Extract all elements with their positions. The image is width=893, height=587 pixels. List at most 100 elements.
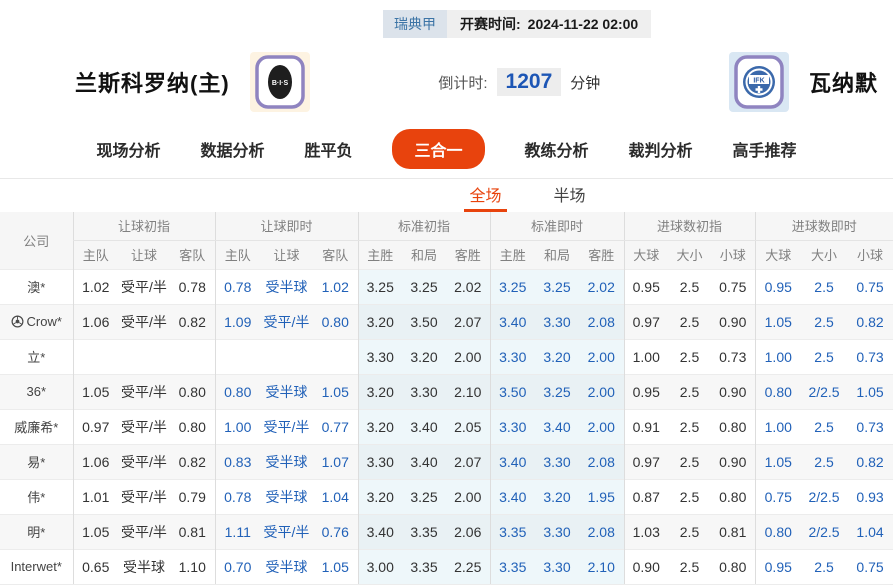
company-cell[interactable]: 威廉希* (0, 408, 73, 444)
odds-cell-handicap_initial: 0.65 (72, 548, 118, 585)
nav-tab-7[interactable]: 高手推荐 (733, 137, 797, 161)
table-row: 36* 1.05 受平/半 0.80 0.80 受半球 1.05 3.20 3.30 2.10 3.… (0, 373, 893, 409)
odds-cell-goals_live: 1.00 (754, 408, 802, 444)
odds-cell-standard_live: 3.40 (489, 303, 535, 339)
odds-cell-standard_initial: 3.25 (402, 268, 446, 304)
odds-cell-handicap_live: 受平/半 (260, 513, 313, 549)
odds-cell-standard_initial: 2.05 (446, 408, 490, 444)
nav-tab-3[interactable]: 胜平负 (304, 137, 352, 161)
odds-cell-standard_live: 2.10 (579, 548, 624, 585)
odds-cell-goals_initial: 0.75 (711, 268, 756, 304)
odds-cell-handicap_initial: 1.05 (72, 373, 118, 409)
odds-cell-handicap_live: 受半球 (260, 373, 313, 409)
odds-cell-handicap_initial (118, 338, 170, 374)
company-cell[interactable]: Crow* (0, 303, 73, 339)
odds-cell-goals_initial: 0.73 (711, 338, 756, 374)
odds-cell-goals_initial: 2.5 (668, 513, 711, 549)
odds-table-head: 公司 让球初指 让球即时 标准初指 标准即时 进球数初指 进球数即时 主队 让球 客队 主队 让球 客队… (0, 212, 893, 269)
odds-cell-goals_initial: 0.80 (711, 408, 756, 444)
company-cell[interactable]: Interwet* (0, 548, 73, 585)
odds-cell-goals_live: 1.05 (847, 373, 893, 409)
odds-cell-goals_initial: 2.5 (668, 478, 711, 514)
odds-cell-standard_initial: 2.07 (446, 443, 490, 479)
odds-cell-handicap_initial: 1.05 (72, 513, 118, 549)
svg-text:IFK: IFK (753, 78, 764, 85)
odds-cell-goals_live: 1.04 (847, 513, 893, 549)
odds-cell-goals_initial: 2.5 (668, 443, 711, 479)
company-cell[interactable]: 易* (0, 443, 73, 479)
company-name: 威廉希* (14, 420, 59, 435)
company-cell[interactable]: 立* (0, 338, 73, 374)
odds-cell-goals_initial: 2.5 (668, 268, 711, 304)
odds-cell-standard_live: 3.30 (535, 443, 579, 479)
odds-cell-handicap_initial: 受平/半 (118, 303, 170, 339)
table-row: 易* 1.06 受平/半 0.82 0.83 受半球 1.07 3.30 3.40 2.07 3.4… (0, 443, 893, 479)
odds-cell-goals_live: 2.5 (801, 303, 848, 339)
odds-cell-goals_live: 0.82 (847, 443, 893, 479)
odds-cell-goals_live: 2/2.5 (801, 513, 848, 549)
odds-cell-handicap_initial: 0.80 (170, 408, 215, 444)
odds-cell-goals_live: 2/2.5 (801, 478, 848, 514)
odds-cell-standard_live: 3.35 (489, 548, 535, 585)
company-cell[interactable]: 明* (0, 513, 73, 549)
odds-cell-standard_initial: 2.06 (446, 513, 490, 549)
odds-cell-goals_initial: 0.80 (711, 548, 756, 585)
nav-tab-2[interactable]: 数据分析 (200, 137, 264, 161)
odds-cell-goals_initial: 0.90 (711, 373, 756, 409)
period-tab-1[interactable]: 全场 (464, 179, 507, 212)
odds-cell-handicap_live: 受平/半 (260, 303, 313, 339)
col-group-header: 标准即时 (489, 212, 624, 241)
company-cell[interactable]: 36* (0, 373, 73, 409)
company-cell[interactable]: 伟* (0, 478, 73, 514)
odds-cell-handicap_initial: 受平/半 (118, 478, 170, 514)
odds-cell-handicap_initial: 1.01 (72, 478, 118, 514)
nav-tab-6[interactable]: 裁判分析 (629, 137, 693, 161)
odds-cell-handicap_initial: 0.81 (170, 513, 215, 549)
countdown-label: 倒计时: (438, 74, 488, 92)
col-group-header: 让球初指 (72, 212, 215, 241)
odds-cell-standard_initial: 3.20 (402, 338, 446, 374)
odds-cell-goals_live: 1.00 (754, 338, 802, 374)
table-row: 威廉希* 0.97 受平/半 0.80 1.00 受平/半 0.77 3.20 3.40 2.05… (0, 408, 893, 444)
table-row: Crow* 1.06 受平/半 0.82 1.09 受平/半 0.80 3.20 3.50 2.0… (0, 303, 893, 339)
odds-cell-goals_initial: 2.5 (668, 338, 711, 374)
away-team-logo: IFK (728, 52, 789, 112)
nav-tab-1[interactable]: 现场分析 (96, 137, 160, 161)
odds-cell-handicap_live: 受半球 (260, 548, 313, 585)
odds-cell-goals_live: 0.95 (754, 268, 802, 304)
odds-cell-standard_live: 2.00 (579, 373, 624, 409)
company-name: 36* (26, 384, 47, 399)
odds-cell-standard_initial: 2.02 (446, 268, 490, 304)
col-sub-header: 大小 (801, 240, 848, 269)
odds-cell-standard_initial: 3.40 (357, 513, 402, 549)
odds-cell-handicap_initial: 受平/半 (118, 443, 170, 479)
col-sub-header: 客胜 (579, 240, 624, 269)
odds-cell-standard_initial: 3.35 (402, 513, 446, 549)
countdown: 倒计时: 1207 分钟 (438, 68, 600, 96)
odds-cell-goals_initial: 0.90 (711, 443, 756, 479)
company-cell[interactable]: 澳* (0, 268, 73, 304)
odds-cell-goals_live: 2.5 (801, 548, 848, 585)
odds-cell-standard_live: 3.40 (489, 443, 535, 479)
company-name: 立* (27, 350, 46, 365)
period-tab-2[interactable]: 半场 (549, 179, 591, 212)
nav-tab-4[interactable]: 三合一 (392, 128, 485, 169)
company-name: 明* (27, 525, 46, 540)
odds-cell-handicap_live: 1.11 (214, 513, 260, 549)
odds-cell-standard_initial: 3.20 (357, 478, 402, 514)
odds-cell-handicap_initial: 受平/半 (118, 268, 170, 304)
odds-cell-handicap_live: 1.04 (313, 478, 358, 514)
odds-cell-goals_live: 2.5 (801, 443, 848, 479)
nav-tab-5[interactable]: 教练分析 (525, 137, 589, 161)
col-sub-header: 主胜 (489, 240, 535, 269)
odds-cell-goals_live: 0.73 (847, 338, 893, 374)
col-sub-header: 让球 (260, 240, 313, 269)
odds-cell-handicap_initial: 1.02 (72, 268, 118, 304)
col-group-header: 让球即时 (214, 212, 358, 241)
odds-cell-standard_initial: 3.20 (357, 303, 402, 339)
odds-cell-standard_initial: 3.20 (357, 408, 402, 444)
league-badge[interactable]: 瑞典甲 (383, 10, 447, 38)
odds-table-body: 澳* 1.02 受平/半 0.78 0.78 受半球 1.02 3.25 3.25 2.02 3.2… (0, 268, 893, 585)
odds-cell-goals_initial: 1.03 (623, 513, 668, 549)
odds-cell-handicap_initial: 0.80 (170, 373, 215, 409)
